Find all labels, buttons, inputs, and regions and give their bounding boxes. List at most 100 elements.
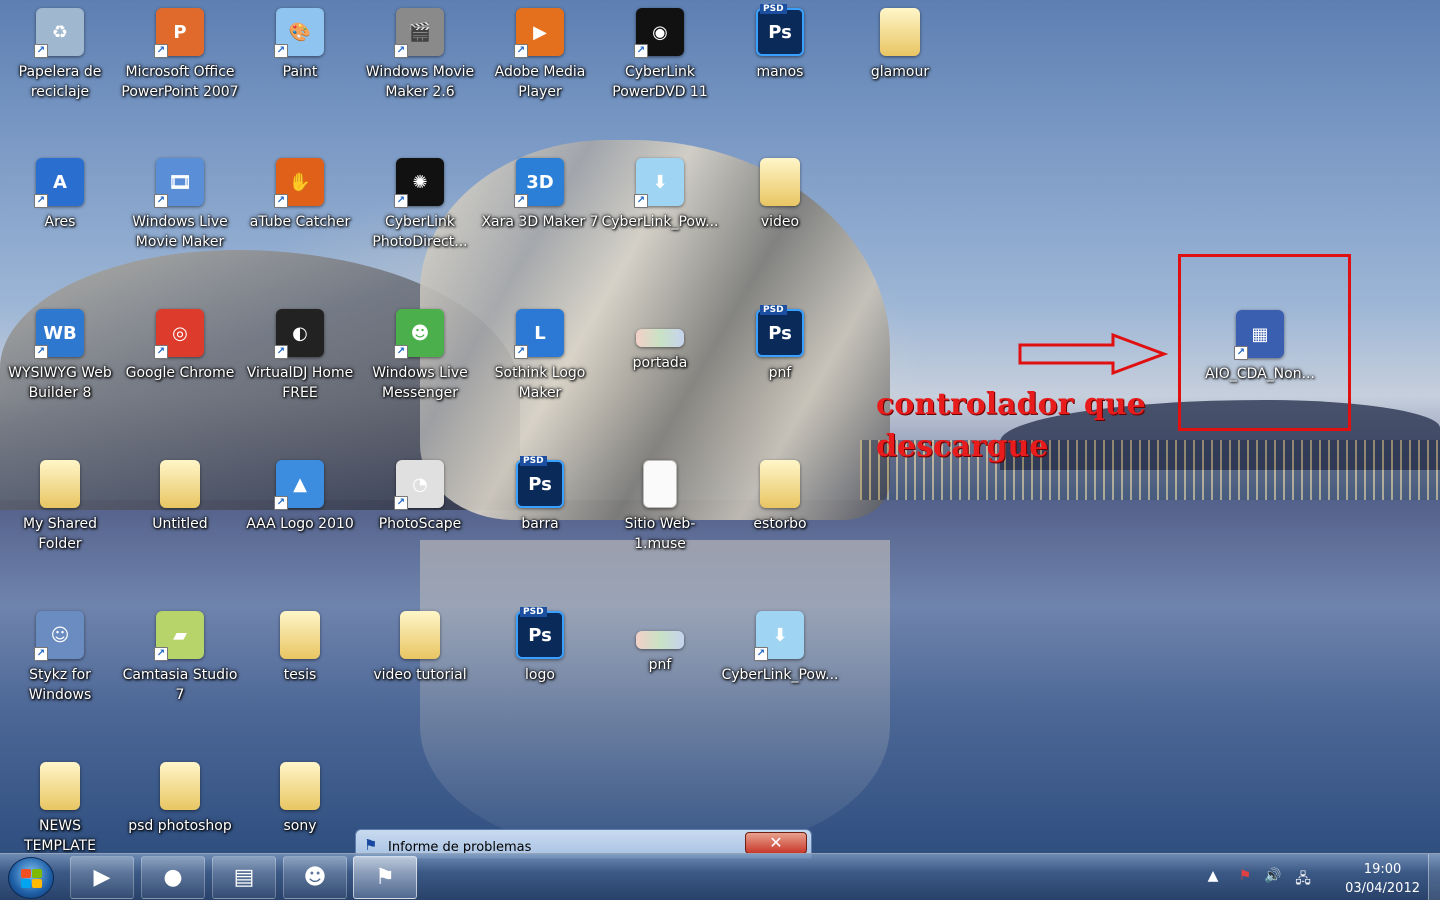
folder-icon bbox=[40, 762, 80, 810]
shortcut-arrow-icon: ↗ bbox=[394, 194, 408, 208]
photoshop-file-icon: Ps bbox=[516, 456, 564, 508]
desktop-icon-label: My Shared Folder bbox=[22, 516, 98, 552]
desktop-icon[interactable]: portada bbox=[600, 301, 720, 413]
desktop-icon[interactable]: pnf bbox=[600, 603, 720, 715]
desktop-icon-label: sony bbox=[283, 818, 317, 834]
chrome-icon: ◎ ↗ bbox=[154, 309, 204, 359]
messenger-icon: ☻ ↗ bbox=[394, 309, 444, 359]
desktop-icon[interactable]: NEWS TEMPLATE bbox=[0, 754, 120, 866]
desktop-icon-label: VirtualDJ Home FREE bbox=[246, 365, 354, 401]
desktop-icon[interactable]: ◐ ↗ VirtualDJ Home FREE bbox=[240, 301, 360, 413]
media-player-taskbar[interactable]: ▶ bbox=[70, 856, 134, 899]
messenger-taskbar[interactable]: ☻ bbox=[283, 856, 347, 899]
desktop-icon[interactable]: ▰ ↗ Camtasia Studio 7 bbox=[120, 603, 240, 715]
desktop-icon-label: portada bbox=[632, 355, 688, 371]
desktop-icon[interactable]: ◎ ↗ Google Chrome bbox=[120, 301, 240, 413]
desktop-icon-label: Google Chrome bbox=[125, 365, 235, 381]
photoscape-icon: ◔ ↗ bbox=[394, 460, 444, 510]
close-button[interactable]: ✕ bbox=[745, 832, 807, 854]
folder-icon bbox=[160, 460, 200, 508]
desktop-icon-label: logo bbox=[525, 667, 555, 683]
desktop-icon-label: Paint bbox=[282, 64, 318, 80]
shortcut-arrow-icon: ↗ bbox=[394, 496, 408, 510]
desktop-icon[interactable]: Ps barra bbox=[480, 452, 600, 564]
desktop-icon-label: CyberLink PhotoDirect... bbox=[372, 214, 468, 250]
desktop-icon[interactable]: ◔ ↗ PhotoScape bbox=[360, 452, 480, 564]
aaa-logo-icon: ▲ ↗ bbox=[274, 460, 324, 510]
show-hidden-icons-icon[interactable]: ▲ bbox=[1204, 868, 1222, 886]
desktop-icon[interactable]: 🎞 ↗ Windows Live Movie Maker bbox=[120, 150, 240, 262]
desktop-icon[interactable]: ☺ ↗ Stykz for Windows bbox=[0, 603, 120, 715]
cyberlink-setup-icon: ⬇ ↗ bbox=[754, 611, 804, 661]
desktop-icon[interactable]: ▶ ↗ Adobe Media Player bbox=[480, 0, 600, 112]
desktop-icon[interactable]: ⬇ ↗ CyberLink_Pow... bbox=[720, 603, 840, 715]
desktop-icon[interactable]: glamour bbox=[840, 0, 960, 112]
desktop-icon[interactable]: ☻ ↗ Windows Live Messenger bbox=[360, 301, 480, 413]
desktop-icon[interactable]: sony bbox=[240, 754, 360, 866]
desktop-icon-label: pnf bbox=[768, 365, 792, 381]
shortcut-arrow-icon: ↗ bbox=[154, 194, 168, 208]
desktop-icon[interactable]: 🎨 ↗ Paint bbox=[240, 0, 360, 112]
desktop-icon[interactable]: A ↗ Ares bbox=[0, 150, 120, 262]
desktop-icon[interactable]: L ↗ Sothink Logo Maker bbox=[480, 301, 600, 413]
clock[interactable]: 19:00 03/04/2012 bbox=[1345, 860, 1420, 898]
desktop-icon[interactable]: tesis bbox=[240, 603, 360, 715]
system-tray: ▲ ⚑ 🔊 🖧 19:00 03/04/2012 bbox=[1190, 854, 1440, 900]
desktop-icon[interactable]: ◉ ↗ CyberLink PowerDVD 11 bbox=[600, 0, 720, 112]
volume-icon[interactable]: 🔊 bbox=[1264, 868, 1282, 886]
media-player-icon: ▶ bbox=[93, 865, 111, 890]
desktop-icon[interactable]: Ps pnf bbox=[720, 301, 840, 413]
desktop-icon-label: video bbox=[760, 214, 800, 230]
desktop-icon[interactable]: 🎬 ↗ Windows Movie Maker 2.6 bbox=[360, 0, 480, 112]
problem-report-icon: ⚑ bbox=[375, 865, 395, 890]
action-center-icon[interactable]: ⚑ bbox=[1236, 868, 1254, 886]
desktop-icon[interactable]: ▲ ↗ AAA Logo 2010 bbox=[240, 452, 360, 564]
desktop-icon[interactable]: WB ↗ WYSIWYG Web Builder 8 bbox=[0, 301, 120, 413]
problem-report-taskbar[interactable]: ⚑ bbox=[353, 856, 417, 899]
desktop-icon[interactable]: Ps logo bbox=[480, 603, 600, 715]
desktop-icon-label: Sitio Web-1.muse bbox=[624, 516, 696, 552]
desktop-icon[interactable]: P ↗ Microsoft Office PowerPoint 2007 bbox=[120, 0, 240, 112]
desktop-icon[interactable]: ✋ ↗ aTube Catcher bbox=[240, 150, 360, 262]
desktop-icon[interactable]: ♻ ↗ Papelera de reciclaje bbox=[0, 0, 120, 112]
powerpoint-icon: P ↗ bbox=[154, 8, 204, 58]
desktop-icon-label: Windows Live Movie Maker bbox=[132, 214, 228, 250]
network-icon[interactable]: 🖧 bbox=[1294, 868, 1312, 887]
desktop-icon[interactable]: estorbo bbox=[720, 452, 840, 564]
flag-icon: ⚑ bbox=[364, 836, 378, 854]
start-button[interactable] bbox=[8, 857, 54, 899]
show-desktop-button[interactable] bbox=[1428, 854, 1440, 900]
desktop-icon-label: Windows Live Messenger bbox=[372, 365, 468, 401]
desktop-icon[interactable]: video tutorial bbox=[360, 603, 480, 715]
desktop-icon-label: AAA Logo 2010 bbox=[246, 516, 354, 532]
annotation-text: controlador que descargue bbox=[876, 387, 1146, 464]
desktop-icon-label: PhotoScape bbox=[378, 516, 462, 532]
shortcut-arrow-icon: ↗ bbox=[394, 44, 408, 58]
shortcut-arrow-icon: ↗ bbox=[34, 194, 48, 208]
live-movie-maker-icon: 🎞 ↗ bbox=[154, 158, 204, 208]
media-player-icon: ▶ ↗ bbox=[514, 8, 564, 58]
desktop-icon[interactable]: Sitio Web-1.muse bbox=[600, 452, 720, 564]
desktop-icon-label: Sothink Logo Maker bbox=[494, 365, 586, 401]
desktop-icon[interactable]: Ps manos bbox=[720, 0, 840, 112]
desktop-icon[interactable]: psd photoshop bbox=[120, 754, 240, 866]
recycle-bin-icon: ♻ ↗ bbox=[34, 8, 84, 58]
clock-time: 19:00 bbox=[1363, 862, 1402, 877]
desktop-icon-label: WYSIWYG Web Builder 8 bbox=[8, 365, 112, 401]
chrome-taskbar[interactable]: ● bbox=[141, 856, 205, 899]
shortcut-arrow-icon: ↗ bbox=[34, 647, 48, 661]
shortcut-arrow-icon: ↗ bbox=[274, 194, 288, 208]
camtasia-icon: ▰ ↗ bbox=[154, 611, 204, 661]
desktop-icon-label: tesis bbox=[283, 667, 317, 683]
desktop-icon[interactable]: ⬇ ↗ CyberLink_Pow... bbox=[600, 150, 720, 262]
explorer-taskbar[interactable]: ▤ bbox=[212, 856, 276, 899]
folder-icon bbox=[400, 611, 440, 659]
desktop-icon[interactable]: video bbox=[720, 150, 840, 262]
desktop-icon-label: Xara 3D Maker 7 bbox=[481, 214, 599, 230]
desktop-icon[interactable]: Untitled bbox=[120, 452, 240, 564]
image-file-icon bbox=[636, 329, 684, 347]
desktop-icon[interactable]: ✺ ↗ CyberLink PhotoDirect... bbox=[360, 150, 480, 262]
shortcut-arrow-icon: ↗ bbox=[34, 345, 48, 359]
desktop-icon[interactable]: 3D ↗ Xara 3D Maker 7 bbox=[480, 150, 600, 262]
desktop-icon[interactable]: My Shared Folder bbox=[0, 452, 120, 564]
